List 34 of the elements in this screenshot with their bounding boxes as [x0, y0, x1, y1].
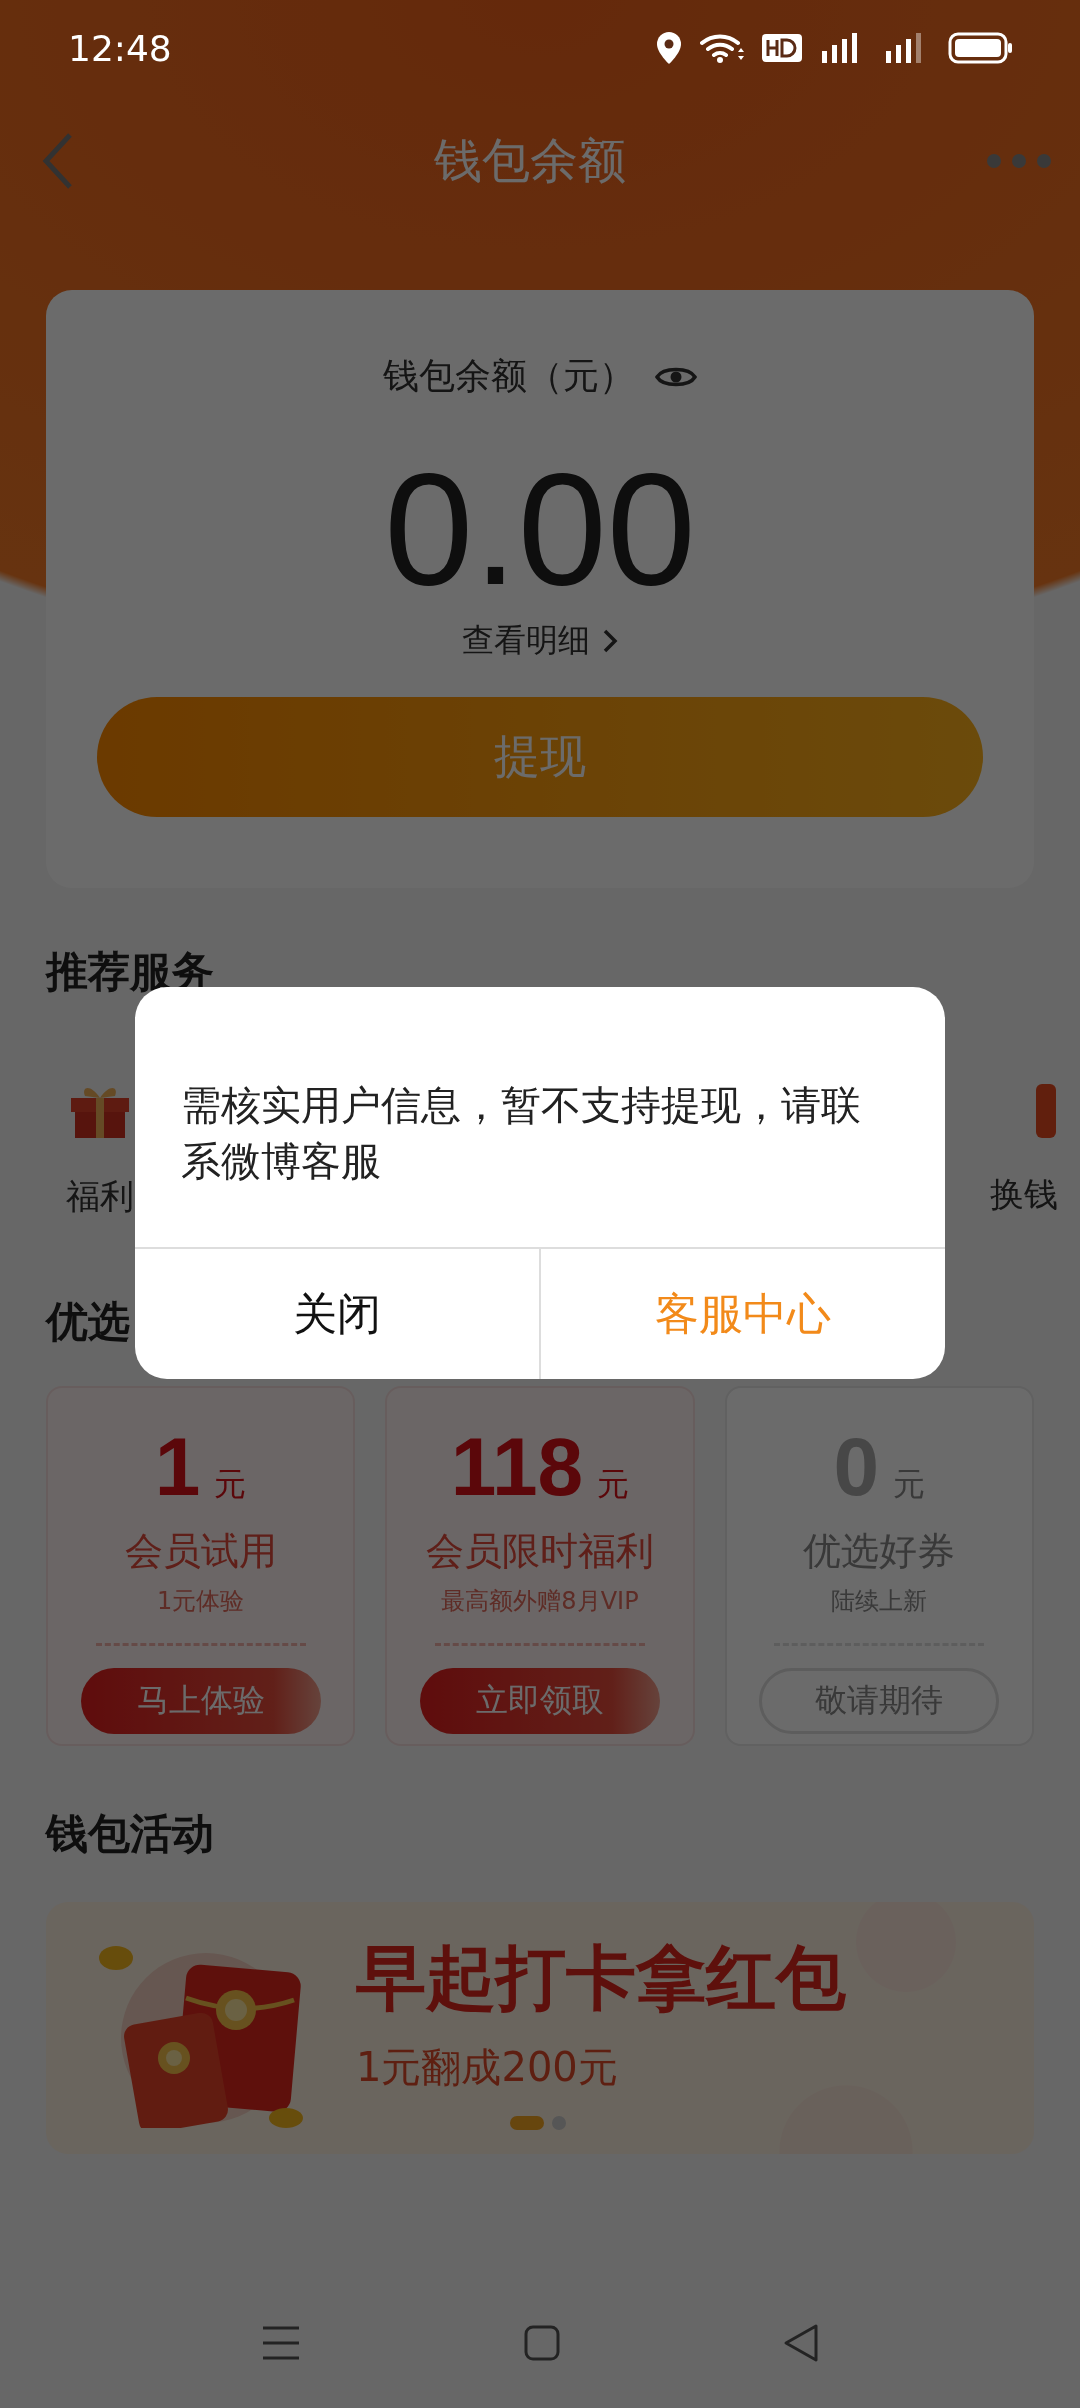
banner-subtitle: 1元翻成200元: [356, 2042, 619, 2092]
page-title: 钱包余额: [434, 131, 626, 190]
location-icon: [656, 31, 682, 65]
details-link[interactable]: 查看明细: [462, 619, 618, 663]
dialog-button[interactable]: 客服中心: [539, 1249, 945, 1379]
balance-label: 钱包余额（元）: [383, 354, 635, 398]
battery-icon: [948, 32, 1014, 64]
coupon-note: 1元体验: [157, 1586, 245, 1617]
dialog-button[interactable]: 关闭: [135, 1249, 539, 1379]
service-label[interactable]: 换钱: [990, 1172, 1058, 1218]
wifi-icon: [700, 33, 744, 63]
coupon-unit: 元: [214, 1464, 247, 1505]
section-title: 优选: [46, 1296, 130, 1348]
banner-title: 早起打卡拿红包: [356, 1935, 846, 2021]
status-time: 12:48: [68, 27, 172, 69]
back-icon[interactable]: [782, 2323, 819, 2363]
coupon-amount: 1: [154, 1426, 201, 1508]
service-label[interactable]: 福利: [66, 1174, 134, 1220]
activity-banner[interactable]: 早起打卡拿红包 1元翻成200元: [46, 1902, 1034, 2154]
coupon-amount: 118: [450, 1426, 584, 1508]
home-icon[interactable]: [524, 2325, 560, 2361]
coupon-button[interactable]: 马上体验: [80, 1668, 321, 1734]
coupon-name: 会员试用: [124, 1528, 277, 1575]
balance-amount: 0.00: [384, 441, 696, 617]
coupon-note: 最高额外赠8月VIP: [441, 1586, 639, 1617]
coupon-name: 会员限时福利: [426, 1528, 654, 1575]
coupon-button[interactable]: 立即领取: [420, 1668, 660, 1734]
coupon-unit: 元: [597, 1464, 630, 1505]
chevron-icon: [602, 628, 618, 654]
hd-icon: [762, 34, 802, 62]
dialog-message: 需核实用户信息，暂不支持提现，请联系微博客服: [180, 1081, 862, 1186]
withdraw-button[interactable]: 提现: [97, 697, 983, 817]
section-title: 钱包活动: [46, 1808, 214, 1860]
menu-icon[interactable]: [261, 2325, 302, 2361]
